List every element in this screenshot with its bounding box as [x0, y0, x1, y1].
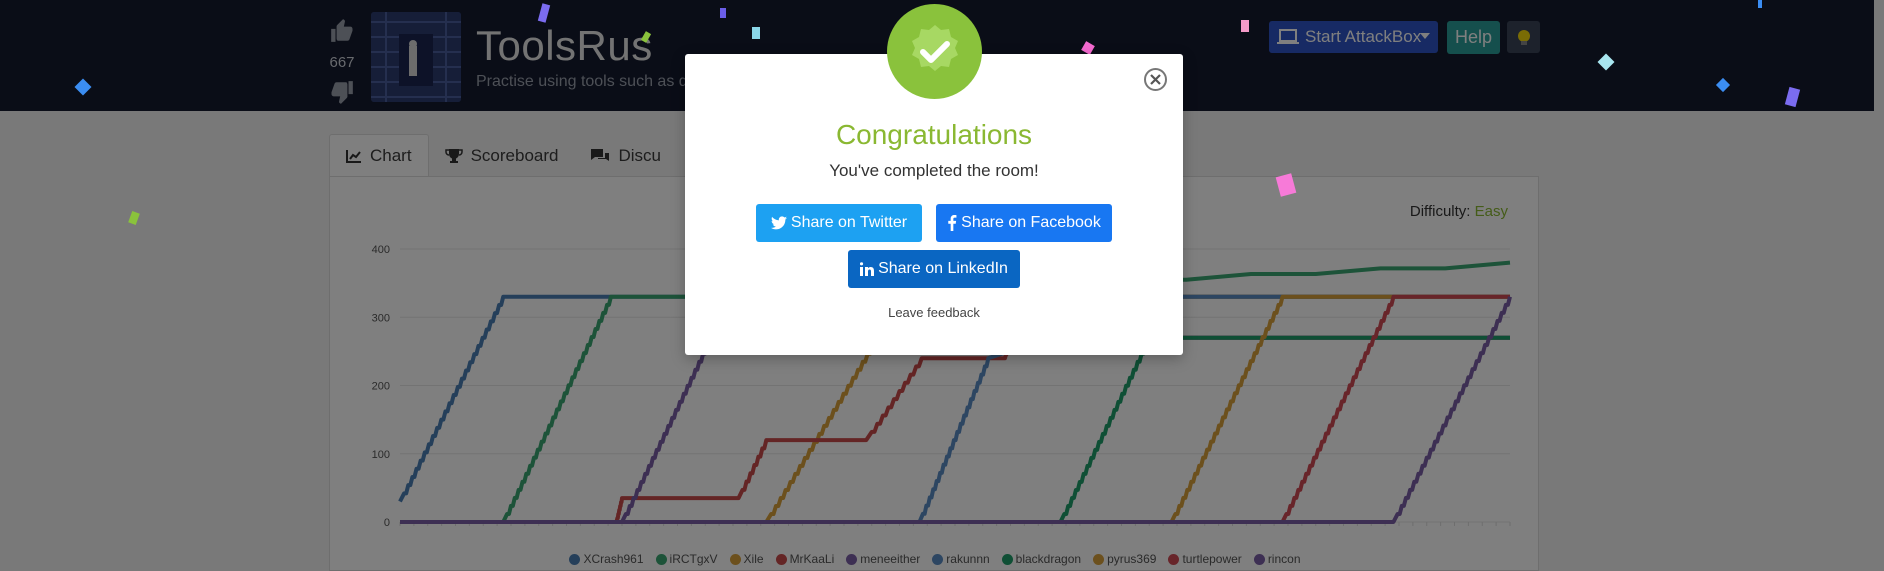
share-twitter-label: Share on Twitter [790, 214, 908, 231]
close-button[interactable] [1144, 68, 1167, 91]
share-twitter-button[interactable]: Share on Twitter [756, 204, 922, 242]
leave-feedback-link[interactable]: Leave feedback [685, 305, 1183, 320]
modal-title: Congratulations [835, 119, 1033, 150]
check-badge-icon [911, 24, 958, 71]
linkedin-icon [860, 262, 875, 276]
confetti-piece [1758, 0, 1762, 8]
share-linkedin-label: Share on LinkedIn [878, 260, 1008, 277]
success-badge [887, 4, 982, 99]
facebook-icon [948, 215, 957, 231]
confetti-piece [720, 8, 726, 18]
share-facebook-button[interactable]: Share on Facebook [936, 204, 1112, 242]
congratulations-modal: Congratulations You've completed the roo… [685, 54, 1183, 355]
close-icon [1150, 74, 1161, 85]
share-linkedin-button[interactable]: Share on LinkedIn [848, 250, 1020, 288]
modal-subtitle: You've completed the room! [829, 161, 1039, 180]
confetti-piece [1241, 20, 1249, 32]
twitter-icon [770, 216, 787, 230]
share-facebook-label: Share on Facebook [961, 214, 1101, 231]
confetti-piece [752, 27, 760, 39]
